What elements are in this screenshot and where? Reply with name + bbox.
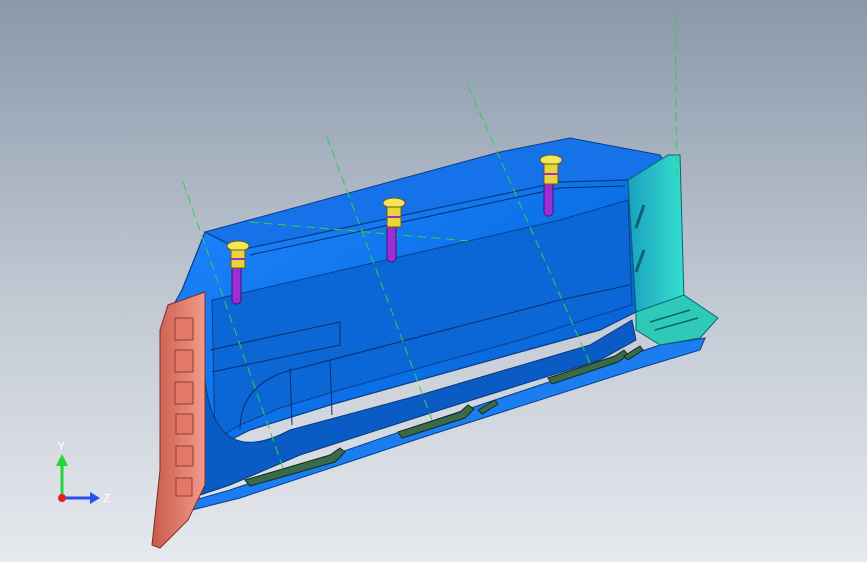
flange-slot <box>174 317 194 341</box>
flange-slot <box>175 477 193 497</box>
fastener-pin <box>543 181 554 217</box>
right-end-cap[interactable] <box>627 154 719 346</box>
y-axis-label: Y <box>57 440 65 453</box>
y-axis-arrow-icon <box>56 454 68 466</box>
flange-slot <box>174 381 194 405</box>
part-model[interactable] <box>164 137 706 511</box>
z-axis-label: Z <box>103 492 111 505</box>
fastener-pin <box>386 223 397 263</box>
left-flange[interactable] <box>151 291 206 549</box>
flange-slot <box>175 413 194 435</box>
x-axis-origin-icon <box>58 494 66 502</box>
z-axis-arrow-icon <box>90 492 100 504</box>
flange-slot <box>174 349 194 373</box>
centerline <box>674 13 678 179</box>
end-cap-wall <box>627 154 685 321</box>
axis-triad[interactable]: Y Z <box>40 436 120 516</box>
flange-slot <box>175 445 194 467</box>
cad-viewport[interactable] <box>0 0 867 562</box>
